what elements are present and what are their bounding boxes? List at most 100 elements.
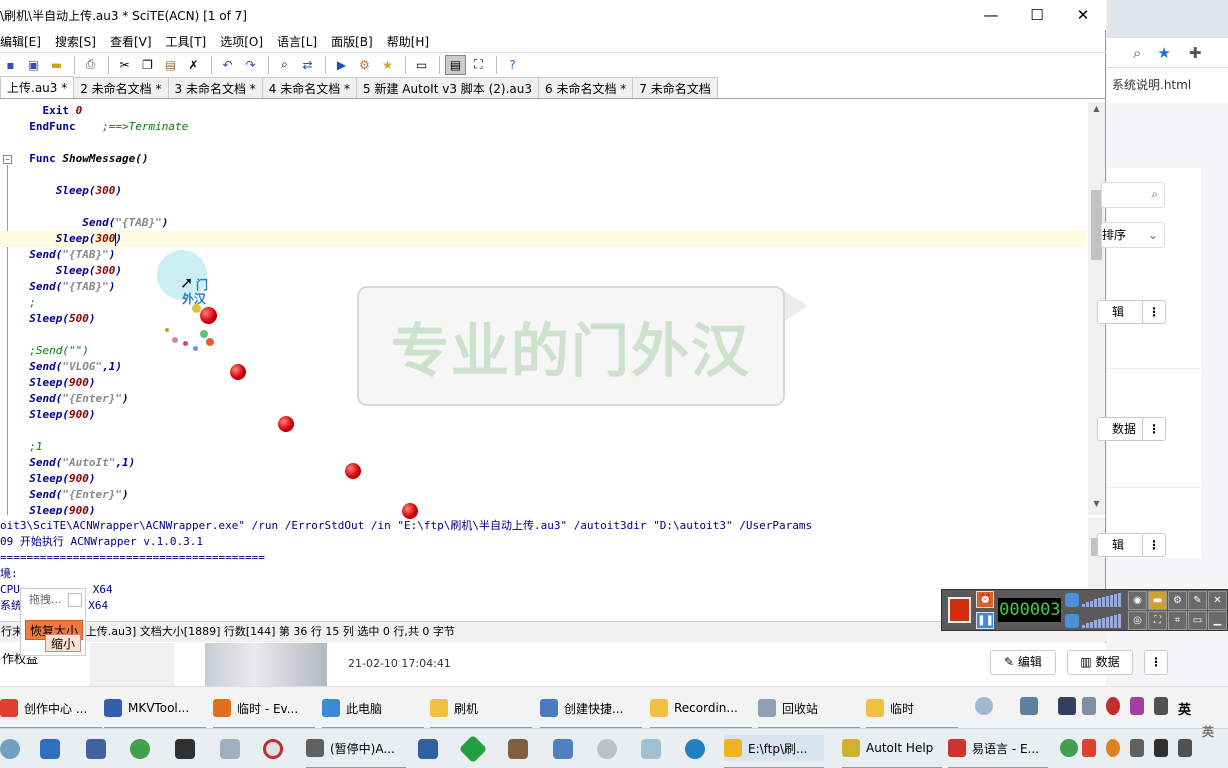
taskbar-item[interactable]: 临时 - Ev...	[213, 695, 315, 729]
save-icon[interactable]: ▪	[0, 55, 21, 75]
paste-icon[interactable]: ▤	[160, 55, 181, 75]
ime-indicator[interactable]: 英	[1202, 723, 1214, 740]
taskbar-item[interactable]: 创作中心 ...	[0, 695, 102, 729]
scroll-up-icon[interactable]: ▲	[1088, 104, 1105, 118]
taskbar-item[interactable]: E:\ftp\刷...	[724, 735, 824, 768]
code-line[interactable]: Func ShowMessage()	[0, 151, 148, 167]
build-icon[interactable]: ★	[377, 55, 398, 75]
shrink-button[interactable]: 缩小	[45, 634, 81, 652]
code-line[interactable]	[0, 167, 16, 183]
taskbar-item[interactable]: AutoIt Help	[842, 735, 942, 768]
alarm-icon[interactable]: ⏰	[976, 591, 995, 608]
code-line[interactable]: Send("{Enter}")	[0, 487, 128, 503]
close-icon[interactable]	[68, 593, 82, 607]
window-app-icon[interactable]	[553, 739, 573, 759]
bookmark-star-icon[interactable]: ★	[1157, 44, 1170, 62]
code-line[interactable]: ;Send("")	[0, 343, 89, 359]
editor-app-icon[interactable]	[175, 739, 195, 759]
output-toggle-icon[interactable]: ▤	[445, 54, 466, 75]
compile-icon[interactable]: ⚙	[354, 55, 375, 75]
fullscreen-icon[interactable]: ⛶	[468, 55, 489, 75]
taskbar-item[interactable]: 刷机	[430, 695, 532, 729]
microphone-icon[interactable]	[1065, 613, 1080, 628]
code-line[interactable]: Send("AutoIt",1)	[0, 455, 135, 471]
code-line[interactable]: Sleep(300)	[0, 263, 122, 279]
redo-icon[interactable]: ↷	[240, 55, 261, 75]
code-line[interactable]: Send("{TAB}")	[0, 279, 115, 295]
find-icon[interactable]: ⌕	[274, 55, 295, 75]
menu-help[interactable]: 帮助[H]	[387, 33, 429, 50]
app-tray-icon[interactable]	[1058, 697, 1076, 715]
zoom-icon[interactable]: ⌕	[1133, 44, 1141, 62]
code-line[interactable]	[0, 199, 16, 215]
menu-options[interactable]: 选项[O]	[220, 33, 263, 50]
calc-app-icon[interactable]	[418, 739, 438, 759]
scroll-down-icon[interactable]: ▼	[1088, 499, 1105, 513]
taskbar-item[interactable]: 易语言 - E...	[948, 735, 1048, 768]
menu-tools[interactable]: 工具[T]	[166, 33, 207, 50]
pause-icon[interactable]: ❚❚	[976, 612, 995, 629]
earth-app-icon[interactable]	[685, 739, 705, 759]
save-all-icon[interactable]: ▣	[23, 55, 44, 75]
script-app-icon[interactable]	[220, 739, 240, 759]
pen-icon[interactable]: ✎	[1188, 590, 1207, 610]
code-line[interactable]: ;1	[0, 439, 42, 455]
settings-app-icon[interactable]	[0, 739, 20, 759]
cut-icon[interactable]: ✂	[114, 55, 135, 75]
tab-3[interactable]: 3 未命名文档 *	[167, 77, 263, 98]
search-box[interactable]: ⌕	[1101, 182, 1165, 208]
search-tray-icon[interactable]	[1106, 739, 1120, 757]
menu-edit[interactable]: 编辑[E]	[0, 33, 41, 50]
close-recorder-icon[interactable]: ✕	[1208, 590, 1227, 610]
menu-panel[interactable]: 面版[B]	[331, 33, 373, 50]
webcam-icon[interactable]: ◎	[1128, 610, 1147, 630]
tool-app-icon[interactable]	[641, 739, 661, 759]
code-line[interactable]	[0, 423, 16, 439]
settings-gear-icon[interactable]: ⚙	[1168, 590, 1187, 610]
close-button[interactable]: ✕	[1060, 0, 1106, 30]
bluetooth-tray-icon[interactable]	[1082, 697, 1096, 715]
tab-5[interactable]: 5 新建 AutoIt v3 脚本 (2).au3	[356, 77, 539, 98]
output-pane[interactable]: oit3\SciTE\ACNWrapper\ACNWrapper.exe" /r…	[0, 518, 1088, 621]
code-line[interactable]: Sleep(300)	[0, 183, 122, 199]
print-icon[interactable]: ⎙	[80, 55, 101, 75]
menu-search[interactable]: 搜索[S]	[55, 33, 96, 50]
minimize-recorder-icon[interactable]: ▁	[1208, 610, 1227, 630]
code-line[interactable]: Sleep(900)	[0, 471, 95, 487]
sort-dropdown[interactable]: 排序 ⌄	[1101, 222, 1165, 248]
bookmark-item[interactable]: 系统说明.html	[1112, 76, 1191, 93]
menu-view[interactable]: 查看[V]	[110, 33, 152, 50]
tab-7[interactable]: 7 未命名文档	[632, 77, 718, 98]
undo-icon[interactable]: ↶	[217, 55, 238, 75]
volume-tray-icon[interactable]	[1178, 739, 1192, 757]
ime-indicator[interactable]: 英	[1178, 699, 1191, 718]
grid-tray-icon[interactable]	[1130, 697, 1144, 715]
code-line[interactable]: Sleep(900)	[0, 375, 95, 391]
taskbar-item[interactable]: Recordin...	[650, 695, 752, 729]
tab-2[interactable]: 2 未命名文档 *	[73, 77, 169, 98]
tab-1[interactable]: 上传.au3 *	[0, 76, 75, 98]
code-line[interactable]: Send("{Enter}")	[0, 391, 128, 407]
replace-icon[interactable]: ⇄	[297, 55, 318, 75]
row-more-icon[interactable]: ⋮	[1144, 650, 1168, 675]
tab-6[interactable]: 6 未命名文档 *	[538, 77, 634, 98]
drag-widget[interactable]: 拖拽... 恢复大小 缩小	[20, 588, 86, 656]
globe-app-icon[interactable]	[130, 739, 150, 759]
code-line[interactable]: Sleep(500)	[0, 311, 95, 327]
video-thumbnail[interactable]	[205, 643, 327, 686]
code-line[interactable]: ;	[0, 295, 36, 311]
more-icon[interactable]: ⋮	[1142, 300, 1166, 324]
archive-app-icon[interactable]	[508, 739, 528, 759]
pointer-tray-icon[interactable]	[1130, 739, 1144, 757]
code-line[interactable]: Send("{TAB}")	[0, 215, 168, 231]
code-line[interactable]: Send("{TAB}")	[0, 247, 115, 263]
taskbar-item[interactable]: 回收站	[758, 695, 860, 729]
swirl-tray-icon[interactable]	[975, 697, 993, 715]
menu-language[interactable]: 语言[L]	[277, 33, 317, 50]
maximize-button[interactable]: ☐	[1014, 0, 1060, 30]
more-icon[interactable]: ⋮	[1142, 417, 1166, 441]
page-icon[interactable]: ▭	[411, 55, 432, 75]
network-app-icon[interactable]	[86, 739, 106, 759]
run-icon[interactable]: ▶	[331, 55, 352, 75]
more-icon[interactable]: ⋮	[1142, 533, 1166, 557]
